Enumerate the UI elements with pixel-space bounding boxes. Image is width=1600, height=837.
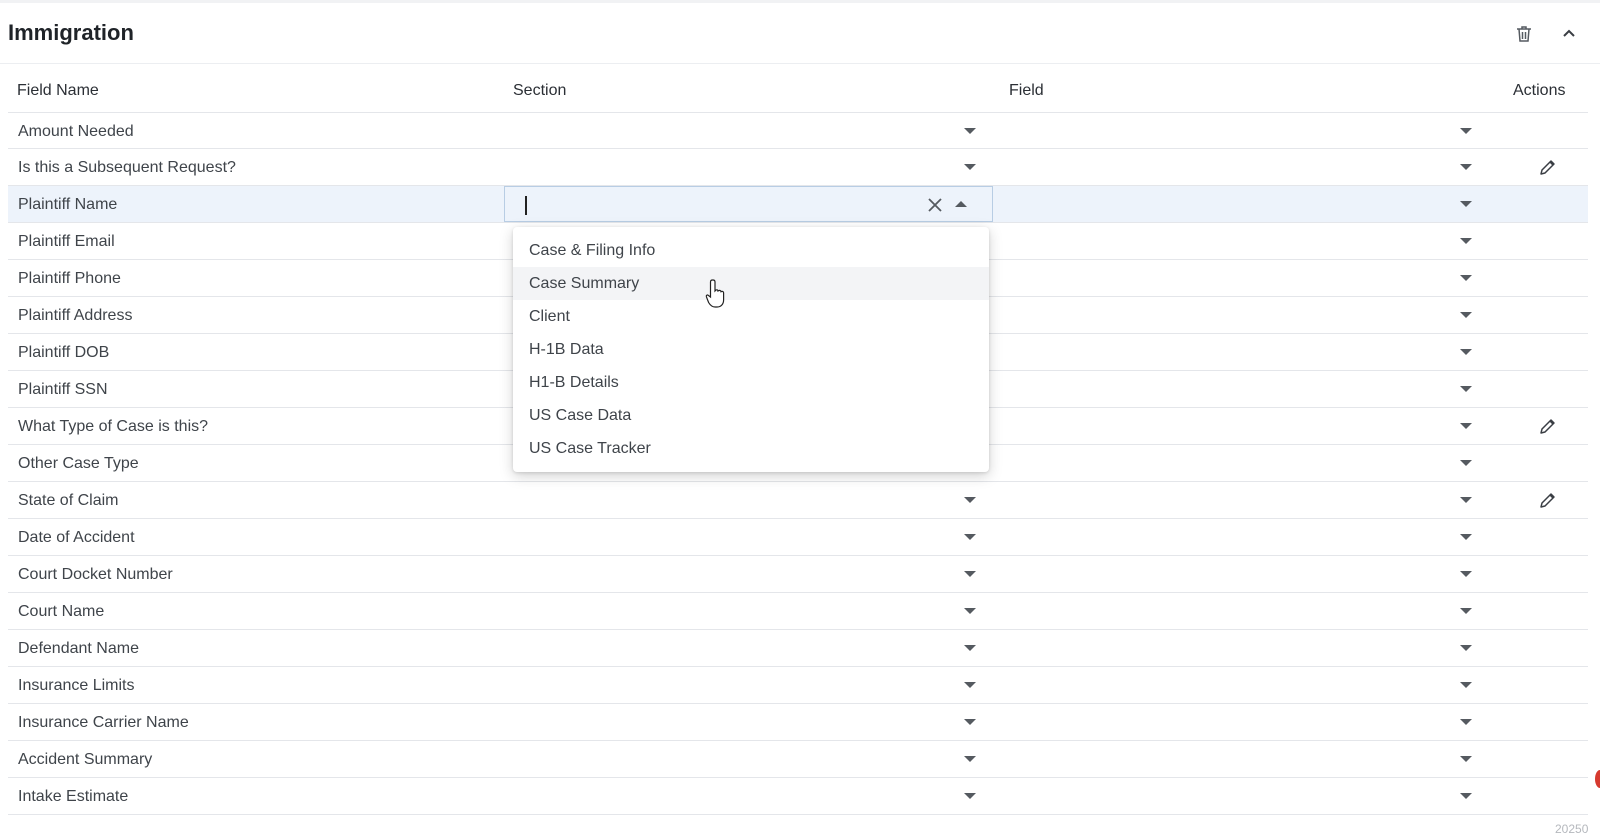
- row-field-name: Other Case Type: [18, 455, 139, 472]
- table-row: Insurance Carrier Name: [8, 704, 1588, 741]
- section-dropdown-caret-icon[interactable]: [964, 793, 976, 799]
- field-dropdown-caret-icon[interactable]: [1460, 719, 1472, 725]
- column-header-section: Section: [513, 82, 567, 99]
- notification-dot: [1595, 770, 1600, 788]
- page-title: Immigration: [8, 20, 134, 45]
- row-field-name: Plaintiff Phone: [18, 270, 121, 287]
- field-dropdown-caret-icon[interactable]: [1460, 460, 1472, 466]
- section-dropdown-caret-icon[interactable]: [964, 571, 976, 577]
- field-dropdown-caret-icon[interactable]: [1460, 423, 1472, 429]
- field-dropdown-caret-icon[interactable]: [1460, 793, 1472, 799]
- section-dropdown-caret-icon[interactable]: [964, 682, 976, 688]
- row-field-name: Plaintiff SSN: [18, 381, 108, 398]
- dropdown-option[interactable]: Case & Filing Info: [513, 234, 989, 267]
- row-field-name: Date of Accident: [18, 529, 135, 546]
- dropdown-option[interactable]: US Case Data: [513, 399, 989, 432]
- dropdown-option[interactable]: US Case Tracker: [513, 432, 989, 465]
- field-dropdown-caret-icon[interactable]: [1460, 312, 1472, 318]
- row-field-name: Accident Summary: [18, 751, 153, 768]
- row-field-name: Court Name: [18, 603, 105, 620]
- row-field-name: State of Claim: [18, 492, 119, 509]
- field-dropdown-caret-icon[interactable]: [1460, 682, 1472, 688]
- field-dropdown-caret-icon[interactable]: [1460, 201, 1472, 207]
- table-row: Court Docket Number: [8, 556, 1588, 593]
- field-dropdown-caret-icon[interactable]: [1460, 349, 1472, 355]
- pencil-icon[interactable]: [1538, 490, 1558, 510]
- table-row: Intake Estimate: [8, 778, 1588, 815]
- column-header-actions: Actions: [1513, 82, 1566, 99]
- section-select-input[interactable]: [504, 186, 993, 222]
- hand-cursor-icon: [705, 279, 725, 308]
- text-cursor: [525, 196, 527, 215]
- field-dropdown-caret-icon[interactable]: [1460, 497, 1472, 503]
- column-header-field-name: Field Name: [17, 82, 99, 99]
- table-row: Is this a Subsequent Request?: [8, 149, 1588, 186]
- row-field-name: Insurance Carrier Name: [18, 714, 189, 731]
- row-field-name: Intake Estimate: [18, 788, 129, 805]
- row-field-name: Court Docket Number: [18, 566, 173, 583]
- field-dropdown-caret-icon[interactable]: [1460, 571, 1472, 577]
- table-row: State of Claim: [8, 482, 1588, 519]
- row-field-name: Amount Needed: [18, 123, 134, 140]
- field-dropdown-caret-icon[interactable]: [1460, 164, 1472, 170]
- section-dropdown-caret-icon[interactable]: [964, 608, 976, 614]
- table-row: Date of Accident: [8, 519, 1588, 556]
- row-field-name: Plaintiff Address: [18, 307, 133, 324]
- table-row: Plaintiff Name: [8, 186, 1588, 223]
- row-field-name: Insurance Limits: [18, 677, 135, 694]
- panel-header: Immigration: [0, 3, 1600, 64]
- row-field-name: Plaintiff Email: [18, 233, 115, 250]
- row-field-name: Is this a Subsequent Request?: [18, 159, 236, 176]
- table-row: Court Name: [8, 593, 1588, 630]
- table-row: Amount Needed: [8, 112, 1588, 149]
- field-dropdown-caret-icon[interactable]: [1460, 386, 1472, 392]
- pencil-icon[interactable]: [1538, 416, 1558, 436]
- section-dropdown-caret-icon[interactable]: [964, 497, 976, 503]
- pencil-icon[interactable]: [1538, 157, 1558, 177]
- watermark-text: 20250: [1555, 822, 1589, 836]
- row-field-name: Defendant Name: [18, 640, 139, 657]
- field-dropdown-caret-icon[interactable]: [1460, 645, 1472, 651]
- section-dropdown-menu: Case & Filing Info Case Summary Client H-1B…: [513, 227, 989, 472]
- field-dropdown-caret-icon[interactable]: [1460, 608, 1472, 614]
- dropdown-option[interactable]: Case Summary: [513, 267, 989, 300]
- row-field-name: Plaintiff Name: [18, 196, 118, 213]
- field-dropdown-caret-icon[interactable]: [1460, 275, 1472, 281]
- field-dropdown-caret-icon[interactable]: [1460, 756, 1472, 762]
- row-field-name: Plaintiff DOB: [18, 344, 110, 361]
- table-row: Defendant Name: [8, 630, 1588, 667]
- section-dropdown-caret-icon[interactable]: [964, 719, 976, 725]
- dropdown-option[interactable]: H1-B Details: [513, 366, 989, 399]
- section-dropdown-caret-icon[interactable]: [964, 534, 976, 540]
- row-field-name: What Type of Case is this?: [18, 418, 209, 435]
- dropdown-option[interactable]: Client: [513, 300, 989, 333]
- field-dropdown-caret-icon[interactable]: [1460, 534, 1472, 540]
- trash-icon[interactable]: [1509, 19, 1539, 49]
- clear-icon[interactable]: [925, 195, 945, 215]
- section-dropdown-caret-icon[interactable]: [964, 164, 976, 170]
- chevron-up-icon[interactable]: [955, 201, 967, 207]
- table-row: Accident Summary: [8, 741, 1588, 778]
- dropdown-option[interactable]: H-1B Data: [513, 333, 989, 366]
- field-dropdown-caret-icon[interactable]: [1460, 238, 1472, 244]
- field-dropdown-caret-icon[interactable]: [1460, 128, 1472, 134]
- section-dropdown-caret-icon[interactable]: [964, 645, 976, 651]
- column-header-field: Field: [1009, 82, 1044, 99]
- section-dropdown-caret-icon[interactable]: [964, 128, 976, 134]
- chevron-up-icon[interactable]: [1554, 19, 1584, 49]
- section-dropdown-caret-icon[interactable]: [964, 756, 976, 762]
- table-row: Insurance Limits: [8, 667, 1588, 704]
